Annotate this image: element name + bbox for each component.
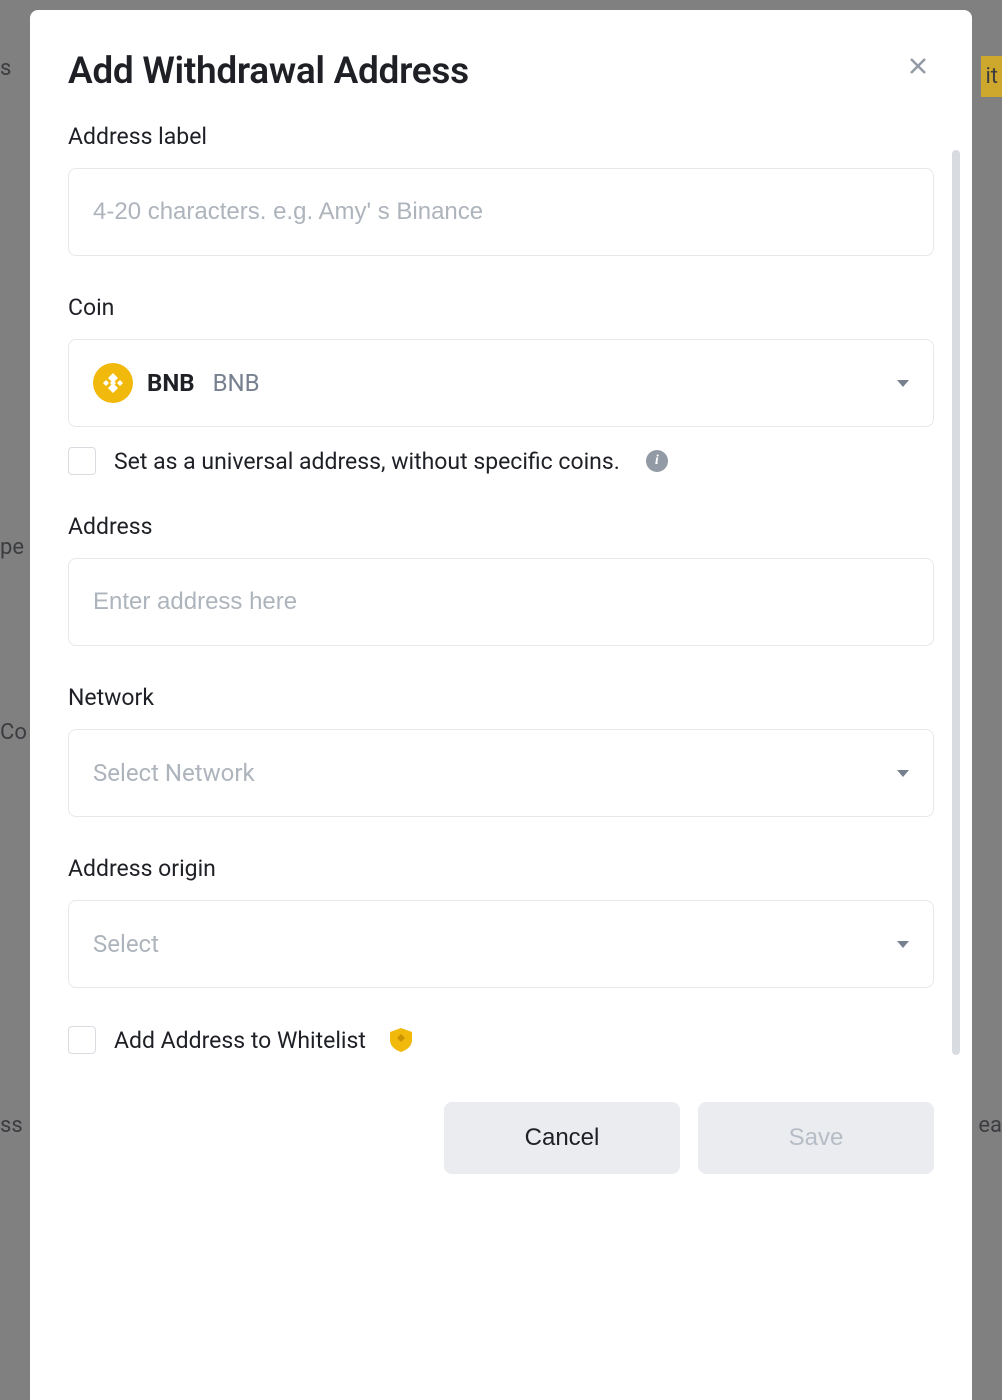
coin-symbol: BNB xyxy=(147,369,195,397)
network-group: Network Select Network xyxy=(68,684,934,817)
chevron-down-icon xyxy=(897,380,909,387)
address-label-group: Address label xyxy=(68,123,934,256)
coin-name: BNB xyxy=(213,369,260,397)
whitelist-label: Add Address to Whitelist xyxy=(114,1027,366,1054)
universal-address-checkbox[interactable] xyxy=(68,447,96,475)
modal-footer: Cancel Save xyxy=(68,1102,934,1174)
address-field-label: Address xyxy=(68,513,934,540)
address-label-label: Address label xyxy=(68,123,934,150)
coin-selected-value: BNB BNB xyxy=(93,363,260,403)
coin-label: Coin xyxy=(68,294,934,321)
address-origin-group: Address origin Select xyxy=(68,855,934,988)
whitelist-checkbox[interactable] xyxy=(68,1026,96,1054)
bnb-icon xyxy=(93,363,133,403)
add-withdrawal-address-modal: Add Withdrawal Address Address label Coi… xyxy=(30,10,972,1400)
close-icon xyxy=(906,54,930,78)
address-origin-label: Address origin xyxy=(68,855,934,882)
network-placeholder: Select Network xyxy=(93,759,255,787)
modal-title: Add Withdrawal Address xyxy=(68,50,469,93)
whitelist-row: Add Address to Whitelist xyxy=(68,1026,934,1054)
address-input[interactable] xyxy=(68,558,934,646)
chevron-down-icon xyxy=(897,770,909,777)
address-origin-placeholder: Select xyxy=(93,930,159,958)
info-icon[interactable]: i xyxy=(646,450,668,472)
universal-address-row: Set as a universal address, without spec… xyxy=(68,447,934,475)
network-label: Network xyxy=(68,684,934,711)
cancel-button[interactable]: Cancel xyxy=(444,1102,680,1174)
coin-group: Coin BNB BNB Set as a universal address,… xyxy=(68,294,934,475)
network-select[interactable]: Select Network xyxy=(68,729,934,817)
address-origin-select[interactable]: Select xyxy=(68,900,934,988)
modal-header: Add Withdrawal Address xyxy=(30,50,972,123)
modal-body: Address label Coin BNB BNB xyxy=(30,123,972,1400)
close-button[interactable] xyxy=(902,50,934,87)
coin-select[interactable]: BNB BNB xyxy=(68,339,934,427)
address-label-input[interactable] xyxy=(68,168,934,256)
universal-address-label: Set as a universal address, without spec… xyxy=(114,448,620,475)
shield-icon xyxy=(390,1028,412,1052)
chevron-down-icon xyxy=(897,941,909,948)
save-button[interactable]: Save xyxy=(698,1102,934,1174)
address-group: Address xyxy=(68,513,934,646)
